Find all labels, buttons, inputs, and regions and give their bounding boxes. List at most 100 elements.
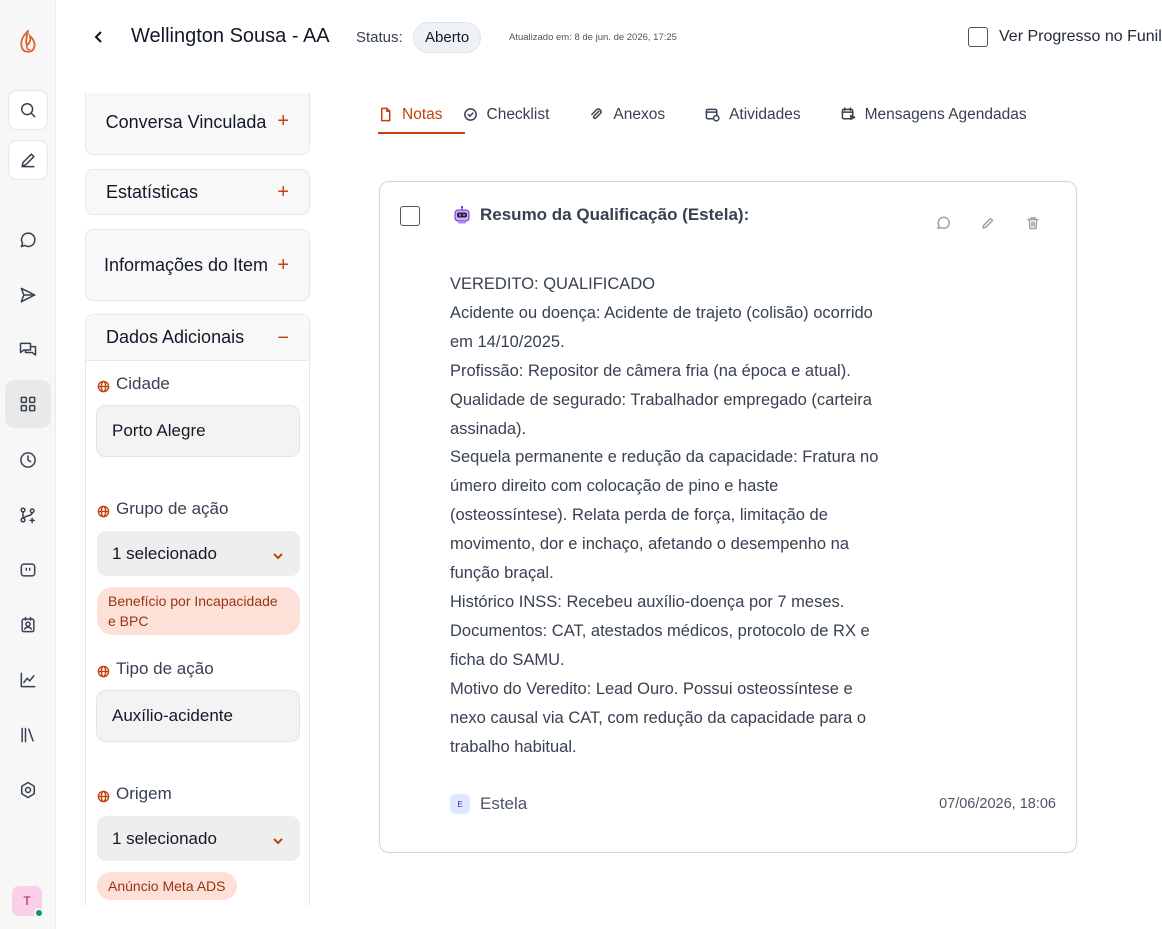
tab-bar: Notas Checklist Anexos Atividades Mensag… xyxy=(378,98,1027,135)
logo-icon[interactable] xyxy=(14,28,42,58)
updated-timestamp: Atualizado em: 8 de jun. de 2026, 17:25 xyxy=(509,32,677,43)
expand-icon[interactable]: + xyxy=(277,111,289,131)
contact-icon[interactable] xyxy=(8,605,48,645)
note-line: movimento, dor e inchaço, afetando o des… xyxy=(450,535,850,554)
flow-icon[interactable] xyxy=(8,495,48,535)
note-line: (osteossíntese). Relata perda de força, … xyxy=(450,506,828,525)
label-text: Cidade xyxy=(116,374,170,393)
author-name: Estela xyxy=(480,794,528,813)
comment-icon[interactable] xyxy=(934,214,952,232)
note-body: VEREDITO: QUALIFICADO Acidente ou doença:… xyxy=(450,270,930,761)
online-status-dot xyxy=(34,908,44,918)
chart-icon[interactable] xyxy=(8,660,48,700)
field-label-cidade: Cidade xyxy=(97,374,170,394)
note-line: Acidente ou doença: Acidente de trajeto … xyxy=(450,303,873,322)
note-line: Profissão: Repositor de câmera fria (na … xyxy=(450,361,851,380)
edit-icon[interactable] xyxy=(979,214,997,232)
edit-icon[interactable] xyxy=(8,140,48,180)
select-value: 1 selecionado xyxy=(112,828,217,848)
tipo-input[interactable]: Auxílio-acidente xyxy=(96,690,300,742)
tab-anexos[interactable]: Anexos xyxy=(589,98,665,131)
note-card: Resumo da Qualificação (Estela): VEREDIT… xyxy=(379,181,1077,853)
settings-icon[interactable] xyxy=(8,770,48,810)
grid-icon[interactable] xyxy=(5,380,51,428)
back-button[interactable] xyxy=(88,26,110,48)
tab-atividades[interactable]: Atividades xyxy=(705,98,801,131)
note-date: 07/06/2026, 18:06 xyxy=(939,796,1056,812)
origem-select[interactable]: 1 selecionado xyxy=(97,816,300,861)
tab-label: Checklist xyxy=(486,105,550,123)
tab-notas[interactable]: Notas xyxy=(378,98,465,134)
tab-mensagens-agendadas[interactable]: Mensagens Agendadas xyxy=(841,98,1027,131)
origem-tag[interactable]: Anúncio Meta ADS xyxy=(97,872,237,900)
details-panel: Conversa Vinculada + Estatísticas + Info… xyxy=(85,93,310,906)
active-tab-indicator xyxy=(378,132,465,134)
note-line: nexo causal via CAT, com redução da capa… xyxy=(450,708,867,727)
note-line: ficha do SAMU. xyxy=(450,650,565,669)
tab-label: Notas xyxy=(402,105,443,123)
card-title: Estatísticas xyxy=(106,181,199,202)
card-header[interactable]: Dados Adicionais − xyxy=(86,315,309,361)
note-checkbox[interactable] xyxy=(400,206,420,226)
expand-icon[interactable]: + xyxy=(277,182,289,202)
note-title-text: Resumo da Qualificação (Estela): xyxy=(480,205,750,224)
note-author: E Estela xyxy=(450,794,527,814)
label-text: Tipo de ação xyxy=(116,659,214,678)
search-icon[interactable] xyxy=(8,90,48,130)
note-line: Motivo do Veredito: Lead Ouro. Possui os… xyxy=(450,679,853,698)
page-title: Wellington Sousa - AA xyxy=(131,25,330,47)
tab-checklist[interactable]: Checklist xyxy=(463,98,550,131)
avatar[interactable]: T xyxy=(12,886,44,918)
status-label: Status: xyxy=(356,29,403,46)
note-line: Documentos: CAT, atestados médicos, prot… xyxy=(450,621,870,640)
avatar-initial: T xyxy=(23,894,31,908)
library-icon[interactable] xyxy=(8,715,48,755)
status-badge[interactable]: Aberto xyxy=(413,22,482,53)
card-title: Conversa Vinculada xyxy=(105,111,267,132)
tab-label: Mensagens Agendadas xyxy=(864,105,1027,123)
paperclip-icon xyxy=(591,108,603,120)
tab-label: Anexos xyxy=(613,105,666,123)
note-line: Qualidade de segurado: Trabalhador empre… xyxy=(450,390,872,409)
collapse-icon[interactable]: − xyxy=(277,328,289,348)
quote-icon[interactable] xyxy=(8,550,48,590)
note-line: Histórico INSS: Recebeu auxílio-doença p… xyxy=(450,592,845,611)
author-avatar: E xyxy=(450,794,470,814)
funnel-checkbox[interactable] xyxy=(968,27,988,47)
note-line: função braçal. xyxy=(450,564,554,583)
globe-icon xyxy=(97,663,110,677)
icon-rail: T xyxy=(0,0,56,929)
messages-icon[interactable] xyxy=(8,330,48,370)
card-conversa-vinculada[interactable]: Conversa Vinculada + xyxy=(85,93,310,155)
globe-icon xyxy=(97,503,110,517)
funnel-progress-toggle[interactable]: Ver Progresso no Funil xyxy=(968,27,1162,47)
note-line: assinada). xyxy=(450,419,527,438)
card-estatisticas[interactable]: Estatísticas + xyxy=(85,169,310,215)
note-line: trabalho habitual. xyxy=(450,737,577,756)
field-label-grupo: Grupo de ação xyxy=(97,499,228,519)
chevron-down-icon xyxy=(272,547,284,567)
expand-icon[interactable]: + xyxy=(277,255,289,275)
grupo-tag[interactable]: Benefício por Incapacidade e BPC xyxy=(97,587,300,635)
card-informacoes-item[interactable]: Informações do Item + xyxy=(85,229,310,301)
label-text: Grupo de ação xyxy=(116,499,229,518)
chat-icon[interactable] xyxy=(8,220,48,260)
clock-icon[interactable] xyxy=(8,440,48,480)
calendar-schedule-icon xyxy=(841,107,855,120)
globe-icon xyxy=(97,788,110,802)
file-icon xyxy=(381,107,391,122)
card-dados-adicionais: Dados Adicionais − Cidade Porto Alegre G… xyxy=(85,314,310,906)
cidade-input[interactable]: Porto Alegre xyxy=(96,405,300,457)
send-icon[interactable] xyxy=(8,275,48,315)
note-title: Resumo da Qualificação (Estela): xyxy=(452,205,749,225)
trash-icon[interactable] xyxy=(1024,214,1042,232)
tab-label: Atividades xyxy=(729,105,801,123)
field-label-tipo: Tipo de ação xyxy=(97,659,214,679)
note-line: VEREDITO: QUALIFICADO xyxy=(450,275,656,293)
note-line: Sequela permanente e redução da capacida… xyxy=(450,448,879,467)
robot-icon xyxy=(452,205,472,225)
globe-icon xyxy=(97,378,110,392)
note-line: úmero direito com colocação de pino e ha… xyxy=(450,477,779,496)
grupo-select[interactable]: 1 selecionado xyxy=(97,531,300,576)
note-line: em 14/10/2025. xyxy=(450,332,565,351)
